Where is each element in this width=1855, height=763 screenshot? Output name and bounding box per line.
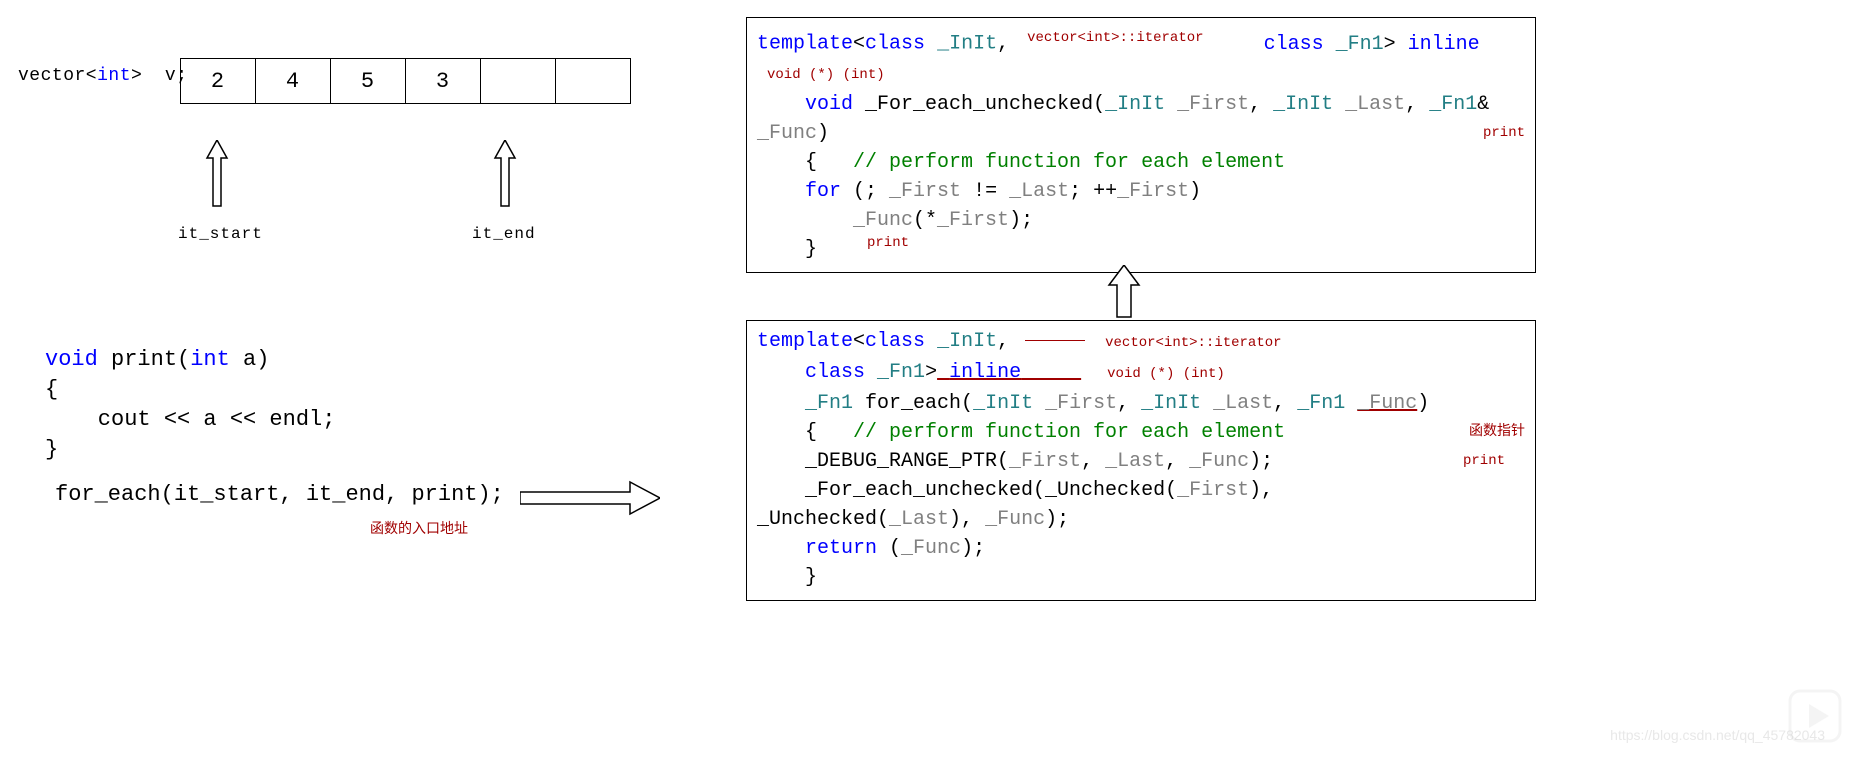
top-l4: { // perform function for each element — [757, 148, 1525, 177]
bot-l1: template<class _InIt, — [757, 330, 1089, 353]
bot-l6: _For_each_unchecked(_Unchecked(_First), — [757, 476, 1525, 505]
cell-4 — [481, 59, 556, 104]
anno-func-ptr-cn: 函数指针 — [1469, 418, 1525, 447]
play-icon — [1785, 686, 1845, 753]
label-it-end: it_end — [472, 225, 536, 243]
cell-5 — [556, 59, 631, 104]
label-it-start: it_start — [178, 225, 263, 243]
cell-3: 3 — [406, 59, 481, 104]
top-l5: for (; _First != _Last; ++_First) — [757, 177, 1525, 206]
anno-iterator-bot: vector<int>::iterator — [1105, 335, 1281, 351]
anno-iterator-top: vector<int>::iterator — [1027, 30, 1203, 46]
cell-1: 4 — [256, 59, 331, 104]
bot-l6b: _Unchecked(_Last), _Func); — [757, 505, 1525, 534]
top-l1: template<class _InIt, — [757, 33, 1009, 56]
top-l7: } — [757, 238, 817, 261]
bot-l4: { // perform function for each element — [757, 418, 1285, 447]
print-line-2: { — [45, 375, 335, 405]
arrow-right-icon — [520, 480, 660, 523]
code-box-for-each-unchecked: template<class _InIt, vector<int>::itera… — [746, 17, 1536, 273]
top-l2: class _Fn1> inline — [1216, 30, 1480, 59]
anno-print-top: print — [1483, 119, 1525, 148]
entry-address-note: 函数的入口地址 — [370, 518, 468, 538]
top-l3b-text: _Func) — [757, 119, 829, 148]
anno-print-bot: print — [1463, 447, 1505, 476]
bot-l5: _DEBUG_RANGE_PTR(_First, _Last, _Func); — [757, 447, 1273, 476]
for-each-call: for_each(it_start, it_end, print); — [55, 482, 504, 507]
arrow-between-boxes-icon — [1105, 265, 1143, 326]
anno-voidfn-bot: void (*) (int) — [1107, 366, 1225, 382]
code-box-for-each: template<class _InIt, vector<int>::itera… — [746, 320, 1536, 601]
top-l3b: _Func) print — [757, 119, 1525, 148]
arrow-it-end-icon — [490, 140, 520, 200]
bot-l8: } — [757, 563, 1525, 592]
bot-l2: class _Fn1> inline — [757, 361, 1081, 384]
arrow-it-start-icon — [202, 140, 232, 200]
vector-declaration: vector<int> v; — [18, 66, 188, 86]
print-function-code: void print(int a) { cout << a << endl; } — [45, 345, 335, 465]
cell-0: 2 — [181, 59, 256, 104]
top-l3: void _For_each_unchecked(_InIt _First, _… — [757, 90, 1525, 119]
print-line-4: } — [45, 435, 335, 465]
cell-2: 5 — [331, 59, 406, 104]
print-line-3: cout << a << endl; — [45, 405, 335, 435]
bot-l7: return (_Func); — [757, 534, 1525, 563]
vector-cells-row: 2 4 5 3 — [180, 58, 631, 104]
anno-voidfn-top: void (*) (int) — [767, 67, 885, 83]
anno-print-top-2: print — [867, 229, 909, 258]
bot-l3: _Fn1 for_each(_InIt _First, _InIt _Last,… — [757, 389, 1525, 418]
print-line-1: void print(int a) — [45, 345, 335, 375]
